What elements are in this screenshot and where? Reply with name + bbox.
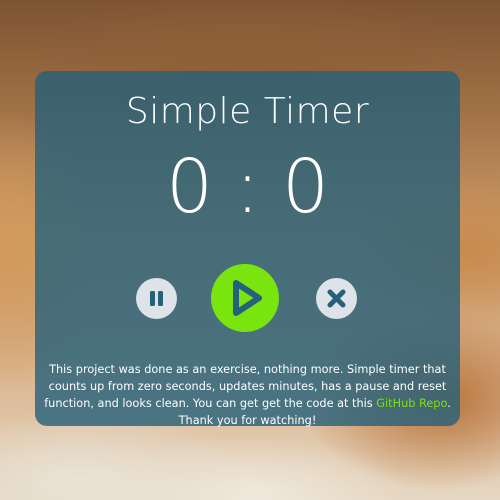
close-icon — [327, 289, 346, 308]
timer-controls — [35, 264, 460, 334]
minutes-value: 0 — [165, 144, 214, 230]
reset-button[interactable] — [316, 278, 357, 319]
github-repo-link[interactable]: GitHub Repo — [376, 397, 447, 410]
play-icon — [233, 280, 262, 316]
play-button[interactable] — [211, 264, 279, 332]
time-separator: : — [235, 144, 260, 230]
page-title: Simple Timer — [125, 91, 370, 132]
timer-card: Simple Timer 0:0 This project was done a… — [35, 71, 460, 429]
pause-icon — [150, 291, 163, 306]
pause-button[interactable] — [136, 278, 177, 319]
project-description: This project was done as an exercise, no… — [43, 361, 452, 429]
timer-display: 0:0 — [35, 143, 460, 231]
seconds-value: 0 — [281, 144, 330, 230]
